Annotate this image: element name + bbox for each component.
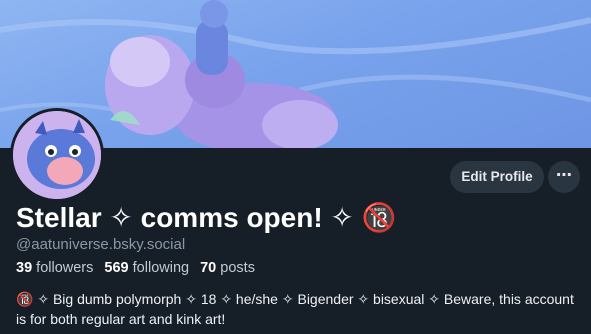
following-link[interactable]: 569 following (104, 260, 189, 276)
followers-link[interactable]: 39 followers (16, 260, 93, 276)
posts-count-group: 70 posts (200, 260, 255, 276)
more-icon: ⋯ (556, 167, 572, 184)
following-count: 569 (104, 260, 129, 276)
display-name: Stellar ✧ comms open! ✧ 🔞 (16, 202, 397, 233)
following-label: following (132, 260, 190, 276)
profile-handle[interactable]: @aatuniverse.bsky.social (16, 236, 185, 253)
more-options-button[interactable]: ⋯ (548, 161, 580, 193)
profile-bio: 🔞 ✧ Big dumb polymorph ✧ 18 ✧ he/she ✧ B… (16, 291, 574, 327)
profile-stats: 39 followers 569 following 70 posts (16, 260, 255, 276)
posts-label: posts (220, 260, 255, 276)
posts-count: 70 (200, 260, 217, 276)
dragon-avatar-image (13, 111, 101, 199)
avatar[interactable] (10, 108, 104, 202)
followers-label: followers (36, 260, 94, 276)
edit-profile-button[interactable]: Edit Profile (450, 161, 544, 193)
followers-count: 39 (16, 260, 33, 276)
